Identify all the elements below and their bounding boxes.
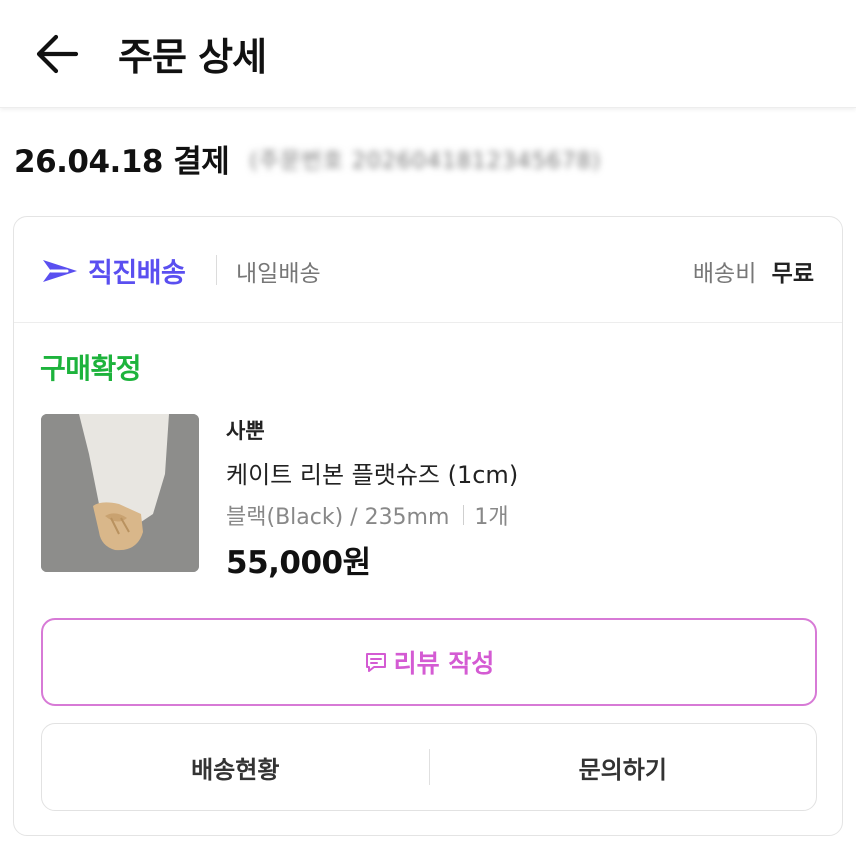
quantity: 1개 (474, 505, 509, 530)
product-option: 블랙(Black) / 235mm 1개 (226, 499, 509, 531)
order-info: 26.04.18 결제 (주문번호 2026041812345678) (14, 136, 601, 181)
product-name[interactable]: 케이트 리본 플랫슈즈 (1cm) (226, 455, 518, 490)
arrow-left-icon (36, 34, 79, 74)
page-title: 주문 상세 (118, 35, 267, 79)
inquiry-button[interactable]: 문의하기 (430, 724, 817, 810)
shipping-brand: 직진배송 (88, 258, 186, 289)
shipping-fee: 배송비 무료 (693, 254, 814, 288)
order-status: 구매확정 (40, 352, 142, 385)
direct-delivery-logo: 직진배송 (40, 251, 186, 290)
shipping-fee-value: 무료 (771, 261, 814, 287)
seller-name[interactable]: 사뿐 (226, 415, 265, 445)
shipping-row: 직진배송 내일배송 배송비 무료 (14, 217, 842, 323)
option-text: 블랙(Black) / 235mm (226, 505, 450, 530)
order-card: 직진배송 내일배송 배송비 무료 구매확정 사뿐 케이트 리본 플랫슈즈 (1c… (13, 216, 843, 836)
write-review-button[interactable]: 리뷰 작성 (41, 618, 817, 706)
divider (216, 255, 217, 285)
shipping-type: 내일배송 (236, 261, 321, 287)
order-date: 26.04.18 결제 (14, 144, 230, 180)
product-photo (41, 414, 199, 572)
delivery-status-button[interactable]: 배송현황 (42, 724, 429, 810)
action-buttons: 배송현황 문의하기 (41, 723, 817, 811)
shipping-fee-label: 배송비 (692, 261, 757, 287)
product-thumbnail[interactable] (41, 414, 199, 572)
order-number: (주문번호 2026041812345678) (249, 148, 602, 174)
review-icon (365, 653, 386, 672)
back-button[interactable] (34, 32, 80, 76)
delivery-arrow-icon (43, 259, 77, 282)
top-app-bar: 주문 상세 (0, 0, 856, 108)
write-review-label: 리뷰 작성 (393, 649, 495, 678)
divider (463, 505, 465, 525)
product-price: 55,000원 (226, 545, 371, 581)
